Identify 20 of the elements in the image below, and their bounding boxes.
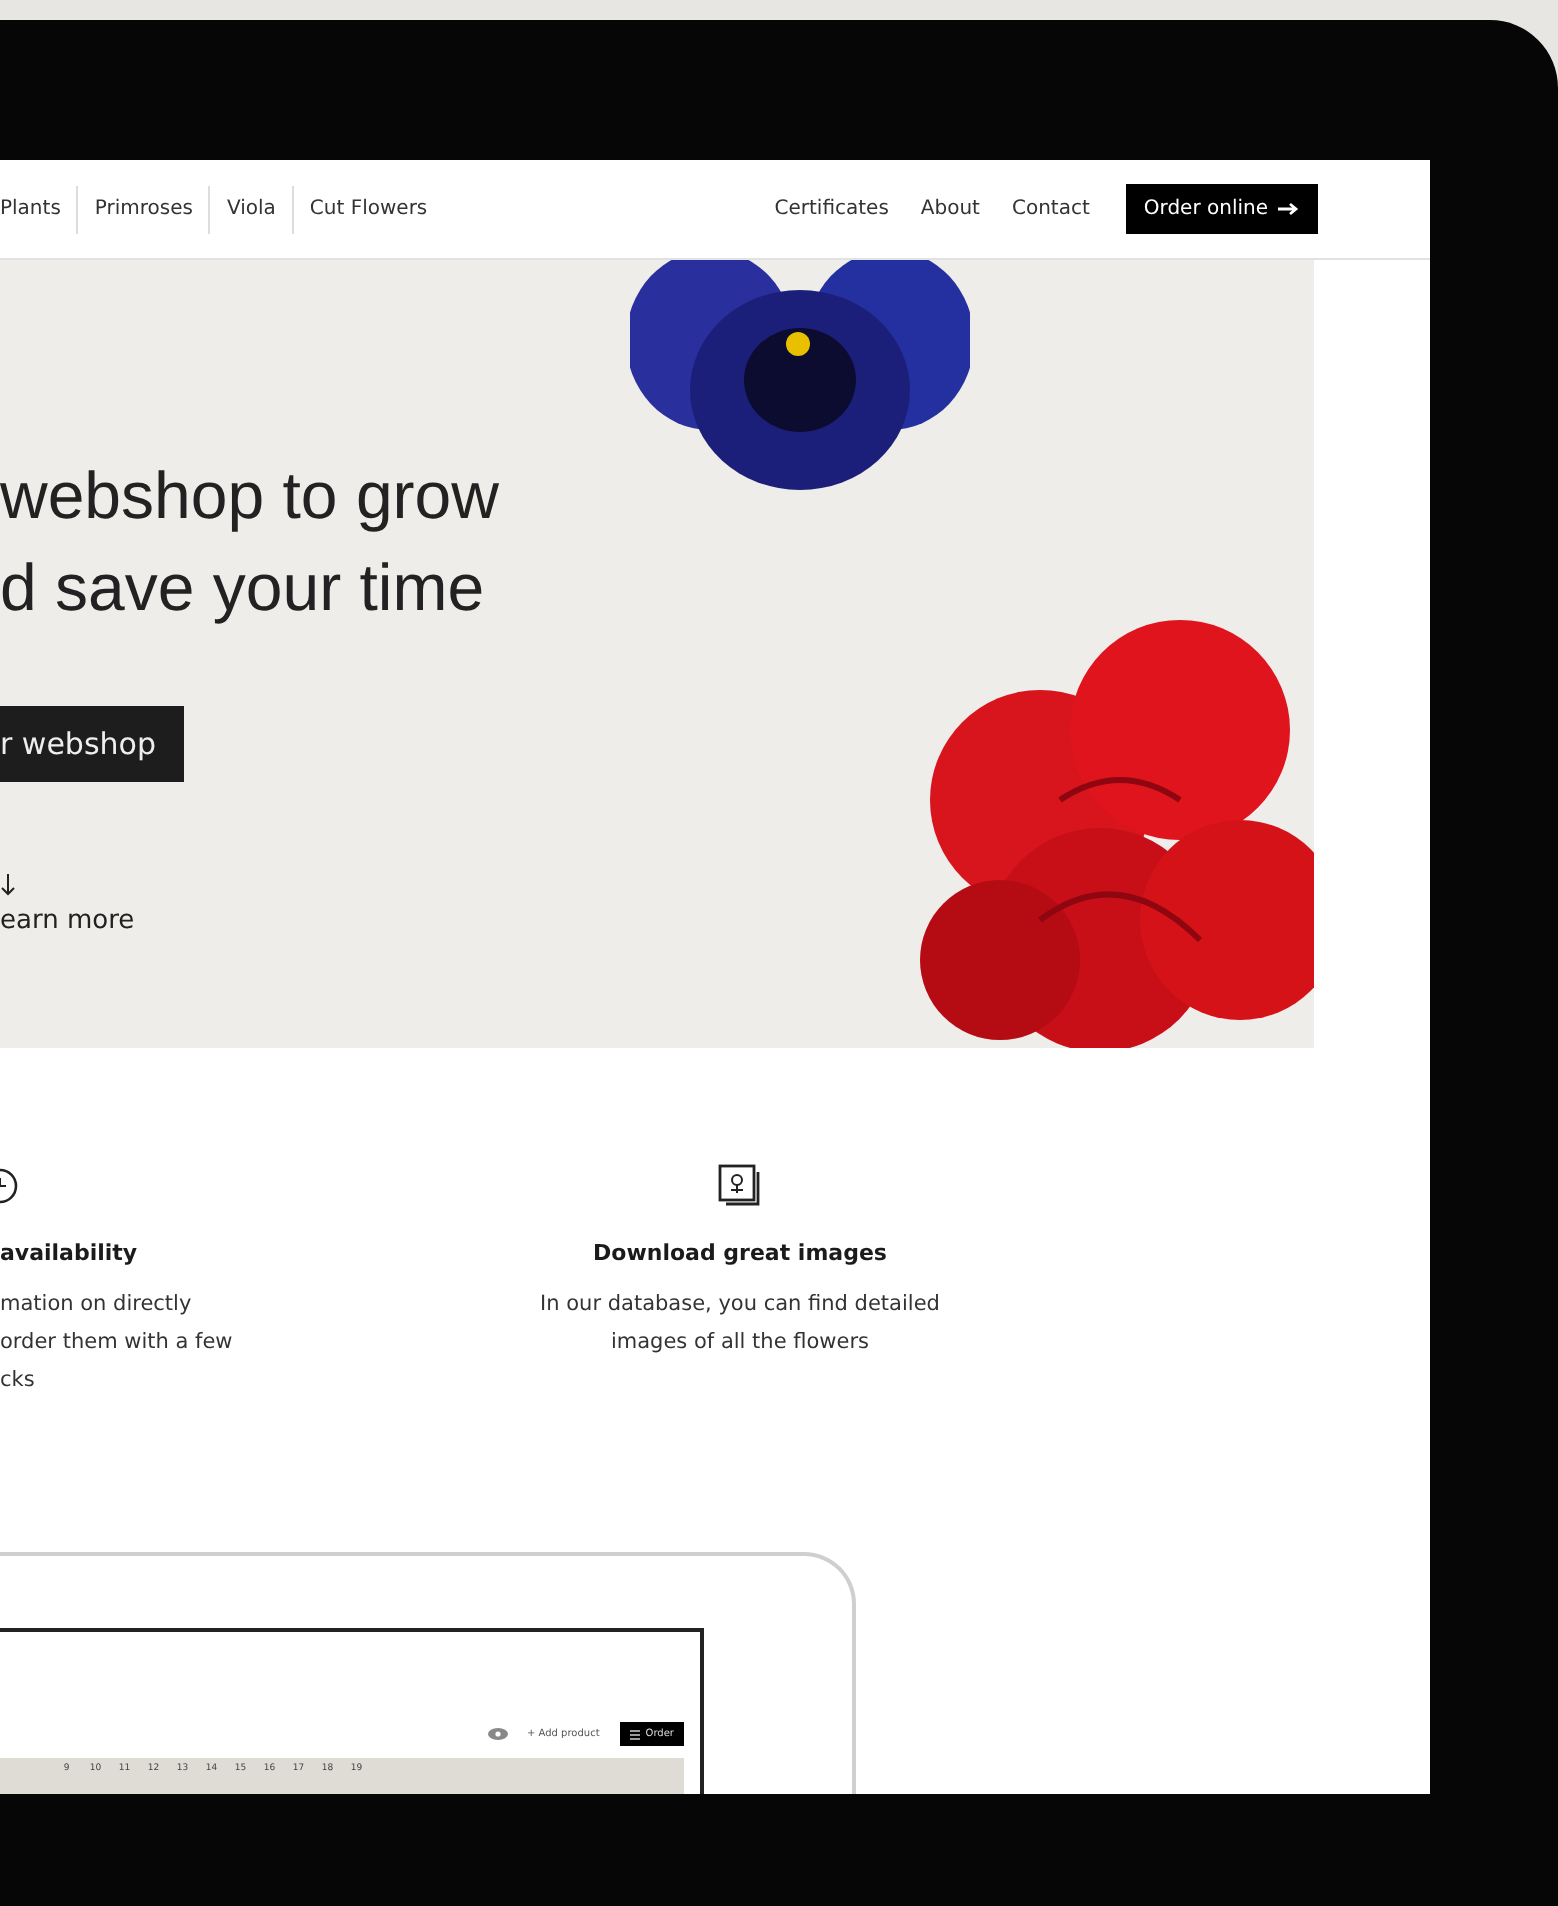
feature-title: Download great images bbox=[593, 1240, 887, 1266]
nav-link[interactable]: Viola bbox=[208, 185, 292, 233]
eye-icon[interactable] bbox=[487, 1728, 507, 1740]
nav-link[interactable]: Plants bbox=[0, 185, 77, 233]
webshop-button[interactable]: r webshop bbox=[0, 706, 184, 782]
nav-link[interactable]: Contact bbox=[995, 185, 1106, 233]
hero-headline: d save your time bbox=[0, 548, 487, 628]
arrow-right-icon bbox=[1278, 202, 1300, 216]
down-arrow-icon bbox=[0, 874, 16, 898]
feature-title: availability bbox=[0, 1240, 138, 1266]
nav-link[interactable]: About bbox=[904, 185, 996, 233]
nav-link[interactable]: Cut Flowers bbox=[291, 185, 444, 233]
nav-link[interactable]: Certificates bbox=[758, 185, 905, 233]
picture-icon bbox=[718, 1164, 762, 1208]
list-icon bbox=[629, 1729, 640, 1739]
order-online-button[interactable]: Order online bbox=[1125, 184, 1318, 234]
learn-more-link[interactable]: earn more bbox=[0, 906, 135, 936]
nav-link[interactable]: Primroses bbox=[76, 185, 209, 233]
feature-description: In our database, you can find detailed images of all the flowers bbox=[540, 1290, 940, 1358]
feature-description: mation on directly order them with a few cks bbox=[0, 1290, 233, 1396]
